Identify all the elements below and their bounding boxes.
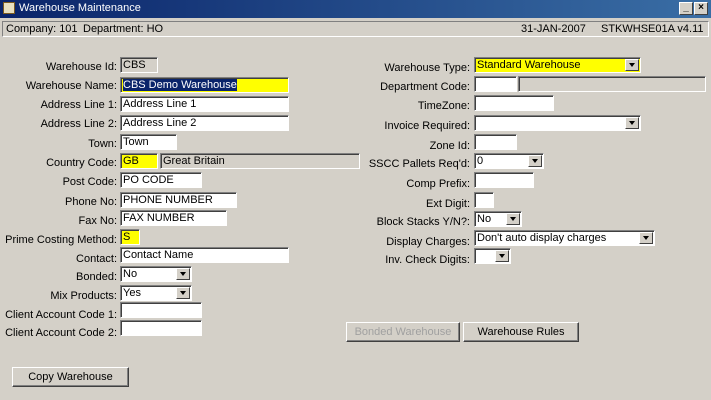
department-code-label: Department Code: [380,81,470,93]
zone-id-field[interactable] [474,134,517,150]
ext-digit-field[interactable] [474,192,494,208]
timezone-field[interactable] [474,95,554,111]
company-text: Company: 101 [6,23,78,35]
invoice-required-select[interactable] [474,115,641,131]
client-account-1-label: Client Account Code 1: [5,309,117,321]
chevron-down-icon[interactable] [176,287,190,299]
address-line-2-field[interactable]: Address Line 2 [120,115,289,131]
copy-warehouse-button[interactable]: Copy Warehouse [12,367,129,387]
client-account-1-field[interactable] [120,302,202,318]
address-line-1-field[interactable]: Address Line 1 [120,96,289,112]
warehouse-name-label: Warehouse Name: [25,80,117,92]
display-charges-select[interactable]: Don't auto display charges [474,230,655,246]
app-icon [3,2,15,14]
block-stacks-select[interactable]: No [474,211,522,227]
module-text: STKWHSE01A v4.11 [601,23,704,35]
chevron-down-icon[interactable] [176,268,190,280]
department-code-field[interactable] [474,76,517,92]
chevron-down-icon[interactable] [625,117,639,129]
window-title: Warehouse Maintenance [19,2,141,14]
mix-products-select[interactable]: Yes [120,285,192,301]
status-bar: Company: 101 Department: HO 31-JAN-2007 … [2,21,709,37]
warehouse-name-field[interactable]: CBS Demo Warehouse [120,77,289,93]
post-code-label: Post Code: [62,176,117,188]
prime-costing-label: Prime Costing Method: [5,234,117,246]
phone-label: Phone No: [65,196,117,208]
chevron-down-icon[interactable] [495,250,509,262]
invoice-required-label: Invoice Required: [384,120,470,132]
date-text: 31-JAN-2007 [521,23,586,35]
contact-label: Contact: [76,253,117,265]
chevron-down-icon[interactable] [639,232,653,244]
country-code-field[interactable]: GB [120,153,158,169]
title-bar: Warehouse Maintenance _ × [0,0,711,18]
close-button[interactable]: × [694,2,708,15]
bonded-warehouse-button[interactable]: Bonded Warehouse [346,322,460,342]
town-label: Town: [88,138,117,150]
inv-check-digits-select[interactable] [474,248,511,264]
chevron-down-icon[interactable] [506,213,520,225]
client-account-2-field[interactable] [120,320,202,336]
phone-field[interactable]: PHONE NUMBER [120,192,237,208]
department-text: Department: HO [83,23,164,35]
sscc-pallets-label: SSCC Pallets Req'd: [368,158,470,170]
display-charges-label: Display Charges: [386,236,470,248]
timezone-label: TimeZone: [417,100,470,112]
ext-digit-label: Ext Digit: [425,198,470,210]
address-line-1-label: Address Line 1: [40,99,117,111]
warehouse-id-label: Warehouse Id: [45,61,117,73]
fax-label: Fax No: [78,215,117,227]
bonded-select[interactable]: No [120,266,192,282]
inv-check-digits-label: Inv. Check Digits: [385,254,470,266]
town-field[interactable]: Town [120,134,177,150]
post-code-field[interactable]: PO CODE [120,172,202,188]
address-line-2-label: Address Line 2: [40,118,117,130]
comp-prefix-label: Comp Prefix: [406,178,470,190]
warehouse-type-select[interactable]: Standard Warehouse [474,57,641,73]
comp-prefix-field[interactable] [474,172,534,188]
country-code-label: Country Code: [46,157,117,169]
warehouse-type-label: Warehouse Type: [384,62,470,74]
warehouse-id-field: CBS [120,57,158,73]
block-stacks-label: Block Stacks Y/N?: [376,216,470,228]
client-account-2-label: Client Account Code 2: [5,327,117,339]
bonded-label: Bonded: [76,271,117,283]
chevron-down-icon[interactable] [528,155,542,167]
sscc-pallets-select[interactable]: 0 [474,153,544,169]
mix-products-label: Mix Products: [50,290,117,302]
warehouse-rules-button[interactable]: Warehouse Rules [463,322,579,342]
fax-field[interactable]: FAX NUMBER [120,210,227,226]
country-name-field: Great Britain [160,153,360,169]
contact-field[interactable]: Contact Name [120,247,289,263]
department-name-field [518,76,706,92]
prime-costing-field[interactable]: S [120,229,140,245]
zone-id-label: Zone Id: [429,140,470,152]
chevron-down-icon[interactable] [625,59,639,71]
minimize-button[interactable]: _ [679,2,693,15]
